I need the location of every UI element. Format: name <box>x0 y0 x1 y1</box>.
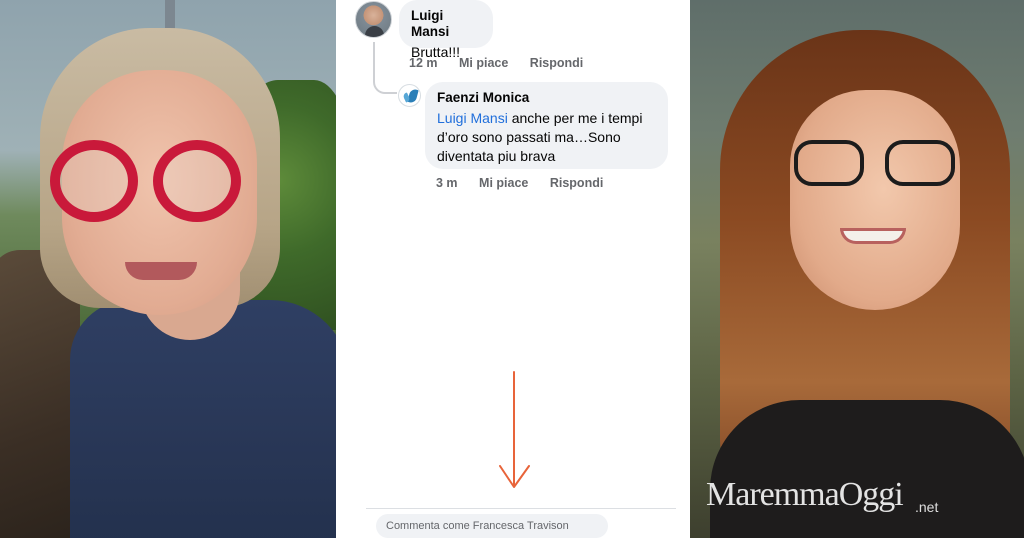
reply-author[interactable]: Faenzi Monica <box>437 90 656 106</box>
watermark-suffix: .net <box>915 499 939 515</box>
comment-time: 12 m <box>409 56 438 70</box>
person-smile <box>125 262 197 280</box>
composer-divider <box>366 508 676 509</box>
reply-connector-line <box>373 42 397 94</box>
red-glasses-left-lens <box>50 140 138 222</box>
person-smile <box>840 228 906 244</box>
reply-bubble: Faenzi Monica Luigi Mansi anche per me i… <box>425 82 668 169</box>
red-glasses-right-lens <box>153 140 241 222</box>
comment-author[interactable]: Luigi Mansi <box>411 8 481 40</box>
person-face <box>790 90 960 310</box>
reply-reply-button[interactable]: Rispondi <box>550 176 603 190</box>
left-photo <box>0 0 336 538</box>
comment-bubble: Luigi Mansi Brutta!!! <box>399 0 493 60</box>
person-top <box>710 400 1024 538</box>
comment-input[interactable] <box>376 514 608 538</box>
comment-thread: Luigi Mansi Brutta!!! 12 m Mi piace Risp… <box>336 0 690 538</box>
watermark-logo: MaremmaOggi <box>706 476 904 513</box>
like-button[interactable]: Mi piace <box>459 56 508 70</box>
mention-link[interactable]: Luigi Mansi <box>437 110 508 126</box>
avatar-faenzi-monica[interactable] <box>398 84 421 107</box>
reply-actions: 3 m Mi piace Rispondi <box>436 176 621 190</box>
right-photo <box>690 0 1024 538</box>
reply-time: 3 m <box>436 176 458 190</box>
avatar-luigi-mansi[interactable] <box>355 1 392 38</box>
black-glasses-right-lens <box>885 140 955 186</box>
reply-like-button[interactable]: Mi piace <box>479 176 528 190</box>
background-pole <box>165 0 175 30</box>
reply-text: Luigi Mansi anche per me i tempi d’oro s… <box>437 109 656 166</box>
comment-actions: 12 m Mi piace Rispondi <box>409 56 601 70</box>
down-arrow-icon <box>499 371 530 488</box>
reply-button[interactable]: Rispondi <box>530 56 583 70</box>
black-glasses-left-lens <box>794 140 864 186</box>
